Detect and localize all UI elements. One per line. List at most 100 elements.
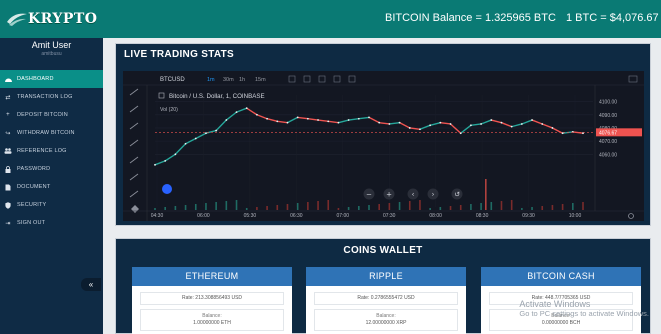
y-tick-label: 4090.00 xyxy=(599,113,617,119)
compare-icon[interactable] xyxy=(318,75,326,83)
activate-windows-watermark: Activate Windows Go to PC settings to ac… xyxy=(519,300,649,319)
add-icon[interactable] xyxy=(333,75,341,83)
price-line-segment xyxy=(450,123,462,134)
chart-legend: Bitcoin / U.S. Dollar, 1, COINBASE xyxy=(169,93,265,100)
volume-bar xyxy=(256,207,258,210)
sidebar-item-sign-out[interactable]: ⇥ SIGN OUT xyxy=(0,214,103,232)
price-line-segment xyxy=(531,119,543,125)
price-point xyxy=(520,123,523,125)
interval-button: 15m xyxy=(255,77,266,83)
volume-bar xyxy=(164,207,166,210)
price-point xyxy=(500,121,503,124)
cursor-tool-icon[interactable] xyxy=(129,88,139,96)
volume-bar xyxy=(551,205,554,210)
sidebar-item-withdraw-bitcoin[interactable]: ↪ WITHDRAW BITCOIN xyxy=(0,124,103,142)
share-icon: ↪ xyxy=(5,130,11,137)
price-point xyxy=(245,107,248,110)
price-line-segment xyxy=(174,143,187,155)
text-tool-icon[interactable] xyxy=(129,156,139,164)
volume-bar xyxy=(531,207,533,210)
price-point xyxy=(480,123,482,125)
sidebar-item-security[interactable]: SECURITY xyxy=(0,196,103,214)
volume-bar xyxy=(327,200,330,210)
price-point xyxy=(368,116,370,119)
sidebar-item-deposit-bitcoin[interactable]: + DEPOSIT BITCOIN xyxy=(0,106,103,124)
coin-balance-label: Balance: xyxy=(202,313,222,319)
x-tick-label: 05:30 xyxy=(244,213,257,219)
volume-bar xyxy=(388,203,391,210)
price-line-segment xyxy=(389,121,400,125)
coin-rate: Rate: 213.308856493 USD xyxy=(140,292,284,305)
volume-bar xyxy=(449,206,452,210)
brush-tool-icon[interactable] xyxy=(129,139,139,147)
price-line-segment xyxy=(501,122,512,128)
price-point xyxy=(164,159,167,162)
volume-bar xyxy=(174,206,177,210)
price-point xyxy=(235,111,238,114)
x-tick-label: 08:30 xyxy=(476,213,489,219)
price-line-segment xyxy=(215,119,227,132)
volume-bar xyxy=(245,208,248,210)
price-line-segment xyxy=(205,129,217,134)
x-tick-label: 09:30 xyxy=(522,213,535,219)
volume-bar xyxy=(225,201,228,210)
measure-tool-icon[interactable] xyxy=(129,190,139,198)
volume-bar xyxy=(347,207,350,210)
sidebar-item-password[interactable]: PASSWORD xyxy=(0,160,103,178)
sidebar-item-dashboard[interactable]: DASHBOARD xyxy=(0,70,103,88)
coin-balance-value: 0.00000000 BCH xyxy=(541,320,581,326)
price-point xyxy=(449,123,452,125)
volume-bar xyxy=(205,203,207,210)
camera-icon[interactable] xyxy=(628,75,638,83)
price-point xyxy=(194,137,197,140)
price-point xyxy=(490,119,493,121)
coin-balance-value: 12.00000000 XRP xyxy=(365,320,407,326)
alert-icon[interactable] xyxy=(348,75,356,83)
volume-bar xyxy=(154,208,156,210)
y-tick-label: 4070.00 xyxy=(599,139,617,145)
x-tick-label: 08:00 xyxy=(429,213,442,219)
volume-bar xyxy=(296,203,299,210)
coin-balance: Balance: 12.00000000 XRP xyxy=(314,309,458,331)
trading-chart[interactable]: BTCUSD1m30m1h15m4100.004090.004080.00407… xyxy=(123,71,644,221)
price-line-segment xyxy=(440,121,451,125)
trend-line-tool-icon[interactable] xyxy=(129,105,139,113)
volume-bar xyxy=(337,208,340,210)
volume-bar xyxy=(521,208,523,210)
sidebar-item-label: DASHBOARD xyxy=(17,76,54,82)
fib-tool-icon[interactable] xyxy=(129,122,139,130)
sidebar-item-document[interactable]: DOCUMENT xyxy=(0,178,103,196)
logo-text: KRYPTO xyxy=(28,11,98,27)
magnet-tool-icon[interactable] xyxy=(131,205,139,213)
sidebar-item-transaction-log[interactable]: ⇄ TRANSACTION LOG xyxy=(0,88,103,106)
sign-out-icon: ⇥ xyxy=(5,220,11,227)
volume-bar xyxy=(317,201,319,210)
indicator-icon[interactable] xyxy=(303,75,311,83)
sidebar-collapse-button[interactable]: « xyxy=(81,278,101,291)
tradingview-logo-icon[interactable] xyxy=(162,184,172,194)
logo[interactable]: KRYPTO xyxy=(6,8,98,30)
chart-svg: BTCUSD1m30m1h15m4100.004090.004080.00407… xyxy=(123,75,644,221)
sidebar-item-label: PASSWORD xyxy=(17,166,51,172)
volume-bar xyxy=(266,206,268,210)
price-line-segment xyxy=(511,123,523,128)
plus-icon: + xyxy=(6,112,10,118)
x-tick-label: 07:30 xyxy=(383,213,396,219)
bar-type-icon[interactable] xyxy=(288,75,296,83)
pattern-tool-icon[interactable] xyxy=(129,173,139,181)
lock-icon xyxy=(4,165,12,173)
price-line-segment xyxy=(368,116,380,124)
volume-bar xyxy=(510,200,513,210)
price-point xyxy=(398,121,401,124)
chart-settings-icon[interactable] xyxy=(628,213,634,219)
sidebar-item-reference-log[interactable]: REFERENCE LOG xyxy=(0,142,103,160)
shield-icon xyxy=(4,201,12,209)
price-line-segment xyxy=(266,118,278,123)
price-line-segment xyxy=(572,131,584,134)
volume-bar xyxy=(368,205,370,210)
legend-collapse-icon[interactable] xyxy=(158,92,165,99)
volume-bar xyxy=(459,205,462,210)
price-point xyxy=(327,120,330,123)
price-line-segment xyxy=(297,116,308,120)
coin-balance-value: 1.00000000 ETH xyxy=(193,320,231,326)
